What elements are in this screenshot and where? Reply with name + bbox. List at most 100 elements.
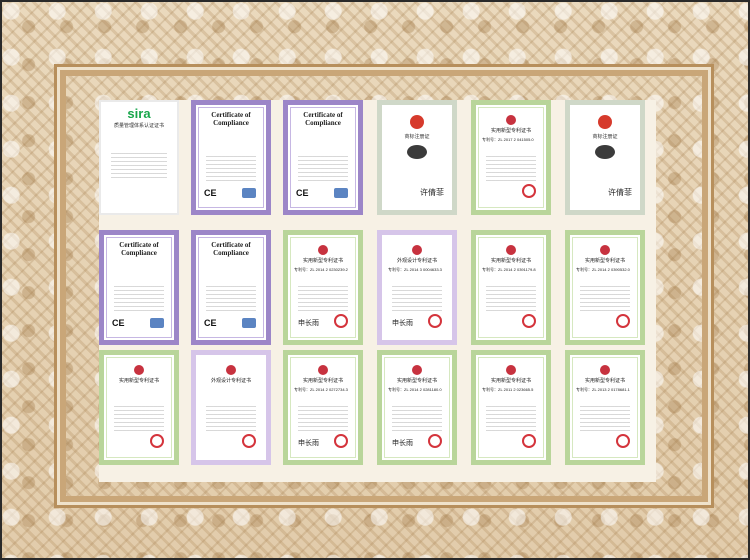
certificate-text-lines — [580, 403, 630, 433]
trademark-logo-icon — [407, 145, 427, 159]
certificate-text-lines — [298, 283, 348, 313]
certificate-title: Certificate of Compliance — [119, 241, 159, 257]
certificate-title: 实用新型专利证书 — [584, 378, 625, 384]
certificate-text-lines — [206, 153, 256, 183]
badge-icon — [334, 188, 348, 198]
official-seal-icon — [616, 434, 630, 448]
signature: 许倩菲 — [420, 188, 444, 197]
national-emblem-icon — [598, 115, 612, 129]
certificate-text-lines — [392, 283, 442, 313]
certificate-title: 实用新型专利证书 — [396, 378, 437, 384]
certificate-trademark: 商标注册证许倩菲 — [377, 100, 457, 215]
official-seal-icon — [242, 434, 256, 448]
certificate-title: 实用新型专利证书 — [302, 258, 343, 264]
patent-emblem-icon — [506, 365, 516, 375]
patent-number: 专利号：ZL 2014 3 0004633.3 — [388, 267, 442, 272]
certificate-text-lines — [114, 283, 164, 313]
certificate-title: 实用新型专利证书 — [118, 378, 159, 384]
official-seal-icon — [522, 184, 536, 198]
patent-emblem-icon — [412, 245, 422, 255]
certificate-patent: 实用新型专利证书 专利号：ZL 2011 2 023665.5 — [471, 350, 551, 465]
certificate-patent: 实用新型专利证书 专利号：ZL 2014 2 0391179.8 — [471, 230, 551, 345]
patent-number: 专利号：ZL 2013 2 0178681.1 — [576, 387, 630, 392]
certificate-title: Certificate of Compliance — [303, 111, 343, 127]
patent-number: 专利号：ZL 2017 2 041505.0 — [482, 137, 534, 142]
patent-emblem-icon — [600, 365, 610, 375]
patent-emblem-icon — [134, 365, 144, 375]
official-seal-icon — [428, 434, 442, 448]
patent-number: 专利号：ZL 2014 2 0390532.0 — [576, 267, 630, 272]
certificate-title: 商标注册证 — [404, 134, 430, 140]
certificate-patent: 实用新型专利证书 专利号：ZL 2017 2 041505.0 — [471, 100, 551, 215]
certificate-compliance: Certificate of Compliance CE — [191, 230, 271, 345]
certificate-title: 外观设计专利证书 — [396, 258, 437, 264]
signature: 申长雨 — [298, 319, 319, 327]
certificate-patent: 实用新型专利证书 专利号：ZL 2013 2 0178681.1 — [565, 350, 645, 465]
patent-number: 专利号：ZL 2014 2 0272734.3 — [294, 387, 348, 392]
trademark-logo-icon — [595, 145, 615, 159]
certificate-patent: 实用新型专利证书 专利号：ZL 2014 2 0390532.0 — [565, 230, 645, 345]
certificate-text-lines — [298, 153, 348, 183]
certificate-title: Certificate of Compliance — [211, 241, 251, 257]
official-seal-icon — [334, 434, 348, 448]
certificate-text-lines — [486, 283, 536, 313]
badge-icon — [150, 318, 164, 328]
certificate-text-lines — [580, 283, 630, 313]
patent-number: 专利号：ZL 2014 2 0281180.0 — [388, 387, 442, 392]
certificate-text-lines — [114, 403, 164, 433]
patent-emblem-icon — [506, 115, 516, 125]
certificate-patent: 实用新型专利证书 专利号：ZL 2014 2 0281180.0 申长雨 — [377, 350, 457, 465]
certificate-trademark: 商标注册证许倩菲 — [565, 100, 645, 215]
certificate-text-lines — [486, 153, 536, 183]
ce-mark: CE — [296, 188, 309, 198]
certificate-patent: 实用新型专利证书 专利号：ZL 2014 2 0230239.2 申长雨 — [283, 230, 363, 345]
badge-icon — [242, 188, 256, 198]
signature: 许倩菲 — [608, 188, 632, 197]
certificate-title: 实用新型专利证书 — [302, 378, 343, 384]
official-seal-icon — [150, 434, 164, 448]
official-seal-icon — [522, 434, 536, 448]
certificate-frame: sira 质量管理体系认证证书 Certificate of Compliance C… — [0, 0, 750, 560]
national-emblem-icon — [410, 115, 424, 129]
certificate-text-lines — [486, 403, 536, 433]
patent-emblem-icon — [506, 245, 516, 255]
patent-emblem-icon — [226, 365, 236, 375]
patent-emblem-icon — [318, 245, 328, 255]
official-seal-icon — [428, 314, 442, 328]
certificate-title: 外观设计专利证书 — [210, 378, 251, 384]
certificate-patent: 实用新型专利证书 专利号：ZL 2014 2 0272734.3 申长雨 — [283, 350, 363, 465]
certificate-title: 实用新型专利证书 — [490, 128, 531, 134]
certificate-board: sira 质量管理体系认证证书 Certificate of Compliance C… — [99, 100, 656, 482]
certificate-compliance: Certificate of Compliance CE — [283, 100, 363, 215]
patent-number: 专利号：ZL 2014 2 0391179.8 — [482, 267, 536, 272]
signature: 申长雨 — [298, 439, 319, 447]
ce-mark: CE — [112, 318, 125, 328]
certificate-text-lines — [206, 403, 256, 433]
certificate-text-lines — [392, 403, 442, 433]
signature: 申长雨 — [392, 439, 413, 447]
patent-number: 专利号：ZL 2014 2 0230239.2 — [294, 267, 348, 272]
badge-icon — [242, 318, 256, 328]
ce-mark: CE — [204, 318, 217, 328]
certificate-text-lines — [206, 283, 256, 313]
official-seal-icon — [522, 314, 536, 328]
patent-emblem-icon — [412, 365, 422, 375]
certificate-title: 实用新型专利证书 — [584, 258, 625, 264]
certificate-sira: sira 质量管理体系认证证书 — [99, 100, 179, 215]
signature: 申长雨 — [392, 319, 413, 327]
patent-emblem-icon — [600, 245, 610, 255]
certificate-title: Certificate of Compliance — [211, 111, 251, 127]
certificate-design: 外观设计专利证书 专利号：ZL 2014 3 0004633.3 申长雨 — [377, 230, 457, 345]
certificate-design: 外观设计专利证书 — [191, 350, 271, 465]
certificate-compliance: Certificate of Compliance CE — [191, 100, 271, 215]
certificate-title: 实用新型专利证书 — [490, 258, 531, 264]
certificate-subtitle: 质量管理体系认证证书 — [113, 123, 164, 129]
official-seal-icon — [334, 314, 348, 328]
ce-mark: CE — [204, 188, 217, 198]
sira-logo: sira — [127, 106, 151, 121]
certificate-title: 实用新型专利证书 — [490, 378, 531, 384]
certificate-compliance: Certificate of Compliance CE — [99, 230, 179, 345]
official-seal-icon — [616, 314, 630, 328]
certificate-title: 商标注册证 — [592, 134, 618, 140]
patent-number: 专利号：ZL 2011 2 023665.5 — [482, 387, 534, 392]
